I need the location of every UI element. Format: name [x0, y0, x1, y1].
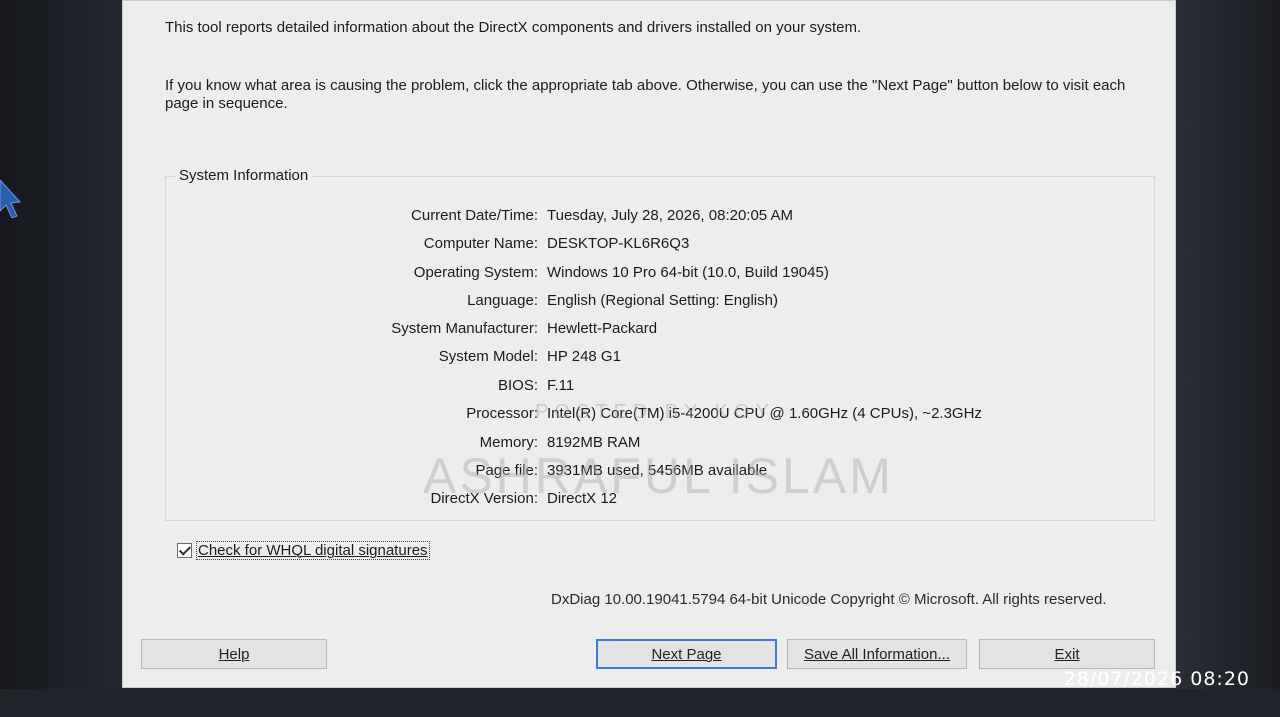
help-button-label: Help — [218, 645, 250, 663]
save-all-button-label: Save All Information... — [804, 645, 950, 663]
info-row-date: Current Date/Time: Tuesday, July 28, 202… — [123, 207, 1177, 229]
watermark-name: ASHRAFUL ISLAM — [423, 448, 894, 504]
whql-checkbox-row[interactable]: Check for WHQL digital signatures — [177, 541, 430, 560]
info-label: System Model: — [438, 348, 538, 365]
info-label: Language: — [467, 292, 538, 309]
info-label: System Manufacturer: — [391, 320, 538, 337]
info-value: Windows 10 Pro 64-bit (10.0, Build 19045… — [547, 264, 829, 281]
info-label: Computer Name: — [423, 235, 538, 252]
info-label: BIOS: — [497, 377, 538, 394]
info-row-manufacturer: System Manufacturer: Hewlett-Packard — [123, 320, 1177, 342]
monitor-bezel-bottom — [0, 689, 1280, 717]
exit-button[interactable]: Exit — [979, 639, 1155, 669]
dxdiag-window: This tool reports detailed information a… — [122, 0, 1176, 688]
info-value: English (Regional Setting: English) — [547, 292, 778, 309]
monitor-bezel-left — [0, 0, 125, 717]
group-title: System Information — [175, 167, 313, 184]
info-row-computer-name: Computer Name: DESKTOP-KL6R6Q3 — [123, 235, 1177, 257]
save-all-information-button[interactable]: Save All Information... — [787, 639, 967, 669]
info-row-model: System Model: HP 248 G1 — [123, 348, 1177, 370]
exit-button-label: Exit — [1054, 645, 1080, 663]
photo-timestamp: 28/07/2026 08:20 — [1063, 668, 1250, 690]
info-value: Tuesday, July 28, 2026, 08:20:05 AM — [547, 207, 793, 224]
info-value: Hewlett-Packard — [547, 320, 658, 337]
info-value: F.11 — [547, 377, 575, 394]
intro-text: This tool reports detailed information a… — [165, 19, 862, 36]
info-label: Processor: — [466, 405, 538, 422]
mouse-cursor-icon — [0, 179, 22, 218]
watermark-posted-by: POSTED BY KOY — [535, 401, 775, 423]
whql-label[interactable]: Check for WHQL digital signatures — [196, 541, 430, 560]
info-label: Operating System: — [413, 264, 538, 281]
info-row-language: Language: English (Regional Setting: Eng… — [123, 292, 1177, 314]
next-page-button-label: Next Page — [651, 645, 722, 663]
next-page-button[interactable]: Next Page — [596, 639, 777, 669]
help-button[interactable]: Help — [141, 639, 327, 669]
copyright-text: DxDiag 10.00.19041.5794 64-bit Unicode C… — [551, 591, 1107, 608]
whql-checkbox[interactable] — [177, 543, 192, 558]
info-label: Current Date/Time: — [411, 207, 538, 224]
monitor-bezel-right — [1175, 0, 1280, 717]
hint-text: If you know what area is causing the pro… — [165, 77, 1126, 112]
info-value: HP 248 G1 — [547, 348, 621, 365]
info-row-bios: BIOS: F.11 — [123, 377, 1177, 399]
info-row-os: Operating System: Windows 10 Pro 64-bit … — [123, 264, 1177, 286]
info-value: DESKTOP-KL6R6Q3 — [547, 235, 690, 252]
